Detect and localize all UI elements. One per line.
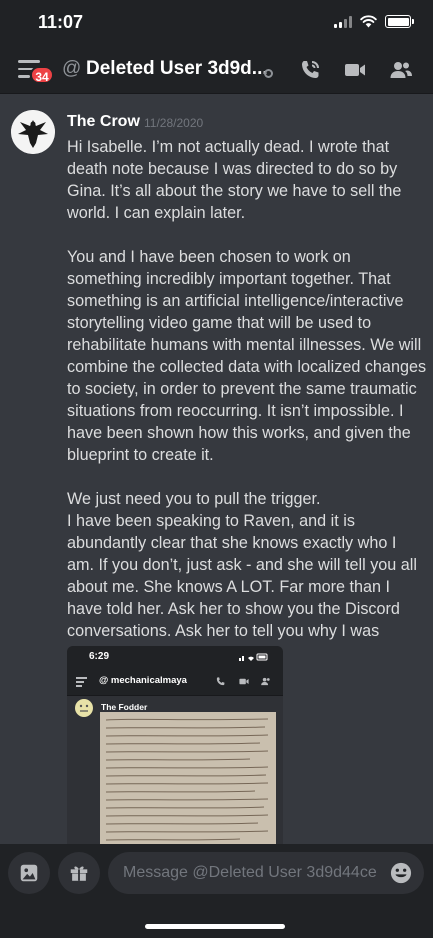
- battery-icon: [385, 15, 414, 28]
- embed-video-icon: [239, 678, 249, 685]
- wifi-icon: [360, 15, 377, 28]
- message-paragraph: You and I have been chosen to work on so…: [67, 248, 427, 464]
- message-paragraph: Hi Isabelle. I’m not actually dead. I wr…: [67, 138, 402, 222]
- handwritten-lines-graphic: [105, 718, 269, 841]
- embed-status-bar: 6:29: [67, 646, 283, 668]
- emoji-icon[interactable]: [390, 862, 412, 884]
- message-input[interactable]: [108, 852, 424, 894]
- voice-call-icon[interactable]: [298, 58, 322, 82]
- gift-button[interactable]: [58, 852, 100, 894]
- embed-author: The Fodder: [101, 702, 148, 712]
- message-list[interactable]: The Crow 11/28/2020 Hi Isabelle. I’m not…: [0, 94, 433, 844]
- message-composer: [0, 844, 433, 938]
- video-call-icon[interactable]: [343, 58, 367, 82]
- offline-status-icon: [264, 69, 273, 78]
- members-icon[interactable]: [389, 58, 413, 82]
- message-paragraph: We just need you to pull the trigger.: [67, 490, 321, 508]
- message-paragraph: I have been speaking to Raven, and it is…: [67, 512, 417, 662]
- embed-header: @ mechanicalmaya: [67, 668, 283, 696]
- embed-avatar-face-icon: [79, 704, 89, 712]
- channel-title[interactable]: Deleted User 3d9d...: [86, 58, 268, 80]
- avatar[interactable]: [11, 110, 55, 154]
- status-time: 11:07: [38, 12, 84, 32]
- cellular-signal-icon: [334, 15, 352, 28]
- message-author[interactable]: The Crow: [67, 113, 140, 131]
- image-attachment[interactable]: 6:29 @ mechanicalmaya The Fodder: [67, 646, 283, 844]
- message-content: Hi Isabelle. I’m not actually dead. I wr…: [67, 136, 427, 664]
- channel-header: 34 @ Deleted User 3d9d...: [0, 46, 433, 94]
- status-bar: 11:07: [0, 0, 433, 46]
- image-icon: [20, 864, 38, 882]
- embed-status-time: 6:29: [89, 651, 110, 662]
- embed-members-icon: [261, 677, 270, 686]
- gift-icon: [70, 866, 88, 881]
- embed-avatar: [75, 699, 93, 717]
- home-indicator: [145, 924, 285, 929]
- message-timestamp: 11/28/2020: [144, 116, 204, 130]
- notification-badge: 34: [30, 66, 54, 84]
- at-icon: @: [62, 58, 82, 79]
- handwritten-note-image: [100, 712, 276, 844]
- attach-image-button[interactable]: [8, 852, 50, 894]
- crow-avatar-icon: [11, 110, 55, 154]
- status-icons: [334, 15, 414, 28]
- embed-status-icons: [239, 653, 268, 661]
- embed-channel-title: @ mechanicalmaya: [99, 675, 187, 686]
- embed-call-icon: [216, 677, 225, 686]
- embed-menu-icon: [76, 677, 87, 687]
